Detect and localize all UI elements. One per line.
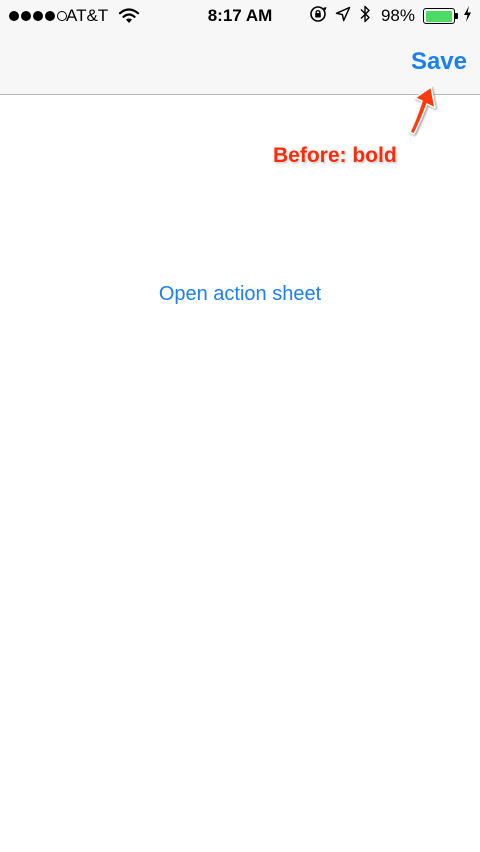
status-right-group: 98% [309,4,472,28]
annotation-label: Before: bold [273,144,397,167]
charging-bolt-icon [463,5,472,27]
status-bar: AT&T 8:17 AM 98% [0,0,480,32]
screen: AT&T 8:17 AM 98% Save Before: bold Open … [0,0,480,852]
battery-cap [455,13,458,19]
battery-icon [423,8,458,24]
save-button[interactable]: Save [411,48,467,76]
location-arrow-icon [335,6,351,27]
orientation-lock-icon [309,5,327,28]
battery-percentage: 98% [380,6,415,25]
annotation-arrow-icon [400,84,440,145]
bluetooth-icon [359,4,371,29]
navigation-bar: AT&T 8:17 AM 98% Save [0,0,480,95]
battery-level-fill [425,10,452,22]
open-action-sheet-button[interactable]: Open action sheet [0,283,480,306]
